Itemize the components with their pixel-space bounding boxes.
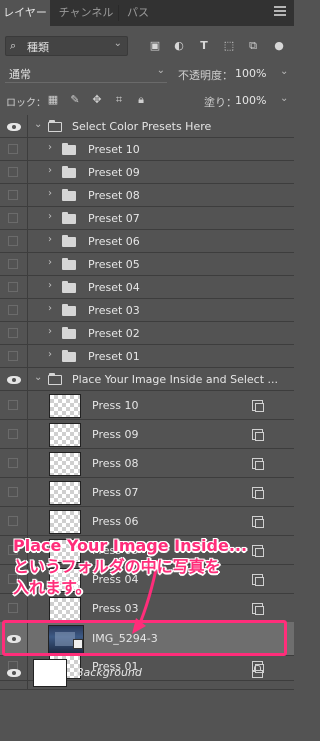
annotation-line: というフォルダの中に写真を [13,557,221,576]
annotation-line: 入れます。 [13,578,92,597]
annotation-arrow [132,559,160,634]
annotation-text: Place Your Image Inside... というフォルダの中に写真を… [13,535,283,598]
annotation-line: Place Your Image Inside... [13,536,248,555]
